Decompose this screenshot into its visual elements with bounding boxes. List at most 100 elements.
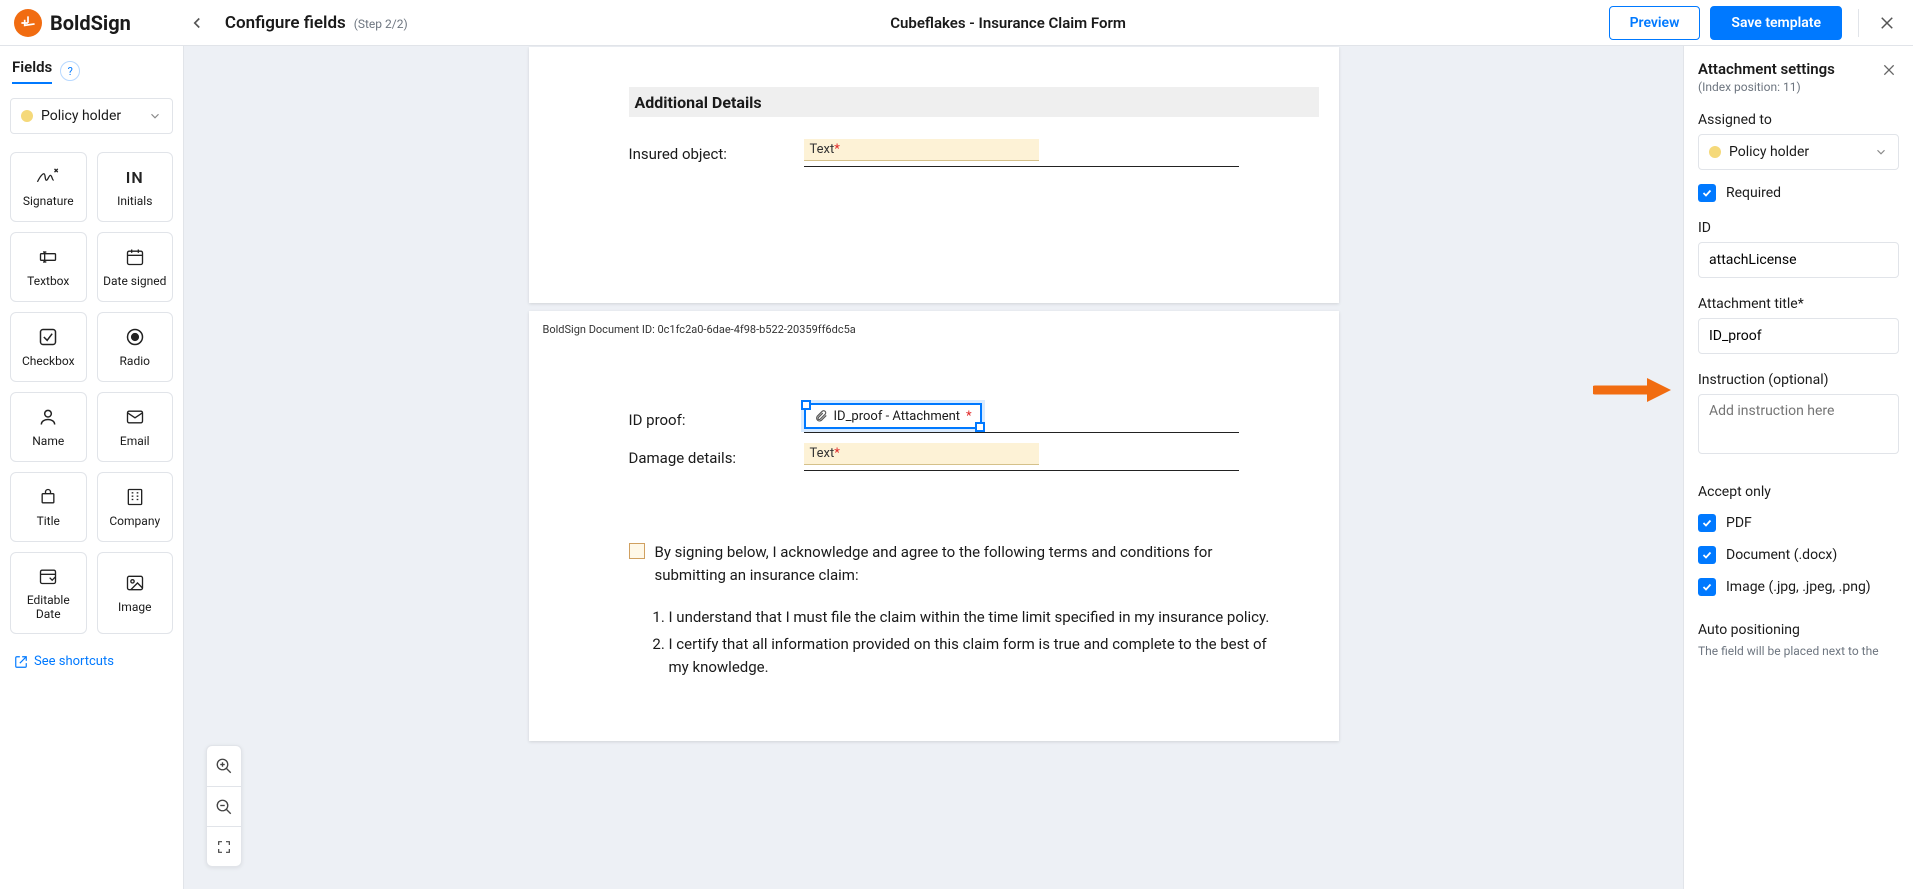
field-tile-date-signed[interactable]: Date signed <box>97 232 174 302</box>
settings-panel: Attachment settings (Index position: 11)… <box>1683 46 1913 889</box>
email-icon <box>125 406 145 428</box>
close-icon <box>1878 14 1896 32</box>
field-tile-textbox[interactable]: Textbox <box>10 232 87 302</box>
canvas-scroll[interactable]: Additional Details Insured object: Text*… <box>184 46 1683 889</box>
back-button[interactable] <box>183 9 211 37</box>
terms-intro: By signing below, I acknowledge and agre… <box>655 541 1279 588</box>
id-label: ID <box>1698 220 1899 236</box>
field-tile-signature[interactable]: Signature <box>10 152 87 222</box>
tile-label: Signature <box>23 194 74 208</box>
accept-pdf-label: PDF <box>1726 515 1752 531</box>
date-signed-icon <box>125 246 145 268</box>
panel-title: Attachment settings <box>1698 60 1835 78</box>
divider <box>1858 9 1859 37</box>
check-icon <box>1701 581 1713 593</box>
terms-block: By signing below, I acknowledge and agre… <box>629 541 1279 683</box>
field-tile-initials[interactable]: IN Initials <box>97 152 174 222</box>
tile-label: Company <box>109 514 160 528</box>
line-id-proof: ID_proof - Attachment* <box>804 411 1239 433</box>
panel-close-button[interactable] <box>1879 60 1899 80</box>
external-link-icon <box>14 655 28 669</box>
see-shortcuts-link[interactable]: See shortcuts <box>0 644 183 679</box>
accept-docx-label: Document (.docx) <box>1726 547 1837 563</box>
document-canvas: Additional Details Insured object: Text*… <box>184 46 1683 889</box>
field-tile-image[interactable]: Image <box>97 552 174 634</box>
accept-image-label: Image (.jpg, .jpeg, .png) <box>1726 579 1871 595</box>
accept-docx-checkbox[interactable] <box>1698 546 1716 564</box>
field-tile-radio[interactable]: Radio <box>97 312 174 382</box>
help-button[interactable]: ? <box>60 61 80 81</box>
instruction-textarea[interactable] <box>1698 394 1899 454</box>
required-label: Required <box>1726 185 1781 201</box>
close-button[interactable] <box>1875 11 1899 35</box>
radio-icon <box>125 326 145 348</box>
signer-color-dot-icon <box>21 110 33 122</box>
tile-label: Name <box>32 434 64 448</box>
signer-color-dot-icon <box>1709 146 1721 158</box>
document-page-1[interactable]: Additional Details Insured object: Text* <box>529 47 1339 303</box>
field-tile-checkbox[interactable]: Checkbox <box>10 312 87 382</box>
tile-label: Title <box>37 514 60 528</box>
terms-item: I understand that I must file the claim … <box>669 606 1279 629</box>
zoom-in-button[interactable] <box>207 746 241 786</box>
field-tile-company[interactable]: Company <box>97 472 174 542</box>
id-input[interactable] <box>1698 242 1899 278</box>
field-tile-email[interactable]: Email <box>97 392 174 462</box>
field-tile-editable-date[interactable]: Editable Date <box>10 552 87 634</box>
chevron-down-icon <box>1874 145 1888 159</box>
required-star-icon: * <box>966 409 972 424</box>
accept-image-checkbox[interactable] <box>1698 578 1716 596</box>
brand-name: BoldSign <box>50 11 131 35</box>
brand-mark-icon <box>14 9 42 37</box>
field-terms-checkbox[interactable] <box>629 543 645 559</box>
tile-label: Initials <box>117 194 152 208</box>
field-tile-title[interactable]: Title <box>10 472 87 542</box>
tile-label: Textbox <box>27 274 69 288</box>
terms-list: I understand that I must file the claim … <box>669 606 1279 680</box>
preview-button[interactable]: Preview <box>1609 6 1701 40</box>
zoom-in-icon <box>215 757 233 775</box>
assigned-to-select[interactable]: Policy holder <box>1698 134 1899 170</box>
field-insured-object[interactable]: Text* <box>804 139 1039 161</box>
chevron-down-icon <box>148 109 162 123</box>
field-tile-grid: Signature IN Initials Textbox Date signe… <box>0 142 183 644</box>
auto-positioning-hint: The field will be placed next to the <box>1698 644 1899 658</box>
field-tile-name[interactable]: Name <box>10 392 87 462</box>
fullscreen-button[interactable] <box>207 826 241 866</box>
signer-select[interactable]: Policy holder <box>10 98 173 134</box>
editable-date-icon <box>38 565 58 587</box>
accept-pdf-checkbox[interactable] <box>1698 514 1716 532</box>
check-icon <box>1701 549 1713 561</box>
line-insured-object: Text* <box>804 145 1239 167</box>
document-id: BoldSign Document ID: 0c1fc2a0-6dae-4f98… <box>543 323 856 336</box>
tile-label: Checkbox <box>22 354 75 368</box>
panel-index: (Index position: 11) <box>1698 80 1835 94</box>
required-checkbox[interactable] <box>1698 184 1716 202</box>
document-title: Cubeflakes - Insurance Claim Form <box>422 14 1595 32</box>
attachment-title-label: Attachment title* <box>1698 296 1899 312</box>
page-step: (Step 2/2) <box>354 17 408 31</box>
initials-icon: IN <box>126 166 144 188</box>
save-template-button[interactable]: Save template <box>1710 6 1842 40</box>
check-icon <box>1701 187 1713 199</box>
zoom-out-button[interactable] <box>207 786 241 826</box>
attachment-title-input[interactable] <box>1698 318 1899 354</box>
document-page-2[interactable]: BoldSign Document ID: 0c1fc2a0-6dae-4f98… <box>529 311 1339 741</box>
app-header: BoldSign Configure fields (Step 2/2) Cub… <box>0 0 1913 46</box>
name-icon <box>38 406 58 428</box>
label-id-proof: ID proof: <box>629 411 804 429</box>
company-icon <box>125 486 145 508</box>
auto-positioning-label: Auto positioning <box>1698 622 1899 638</box>
tile-label: Image <box>118 600 151 614</box>
zoom-controls <box>206 745 242 867</box>
section-heading: Additional Details <box>629 87 1319 117</box>
field-damage-details[interactable]: Text* <box>804 443 1039 465</box>
line-damage-details: Text* <box>804 449 1239 471</box>
field-attachment-id-proof[interactable]: ID_proof - Attachment* <box>804 403 982 429</box>
accept-only-label: Accept only <box>1698 484 1899 500</box>
image-icon <box>125 572 145 594</box>
label-insured-object: Insured object: <box>629 145 804 163</box>
fields-sidebar: Fields ? Policy holder Signature IN Init <box>0 46 184 889</box>
paperclip-icon <box>814 409 828 423</box>
tile-label: Date signed <box>103 274 166 288</box>
